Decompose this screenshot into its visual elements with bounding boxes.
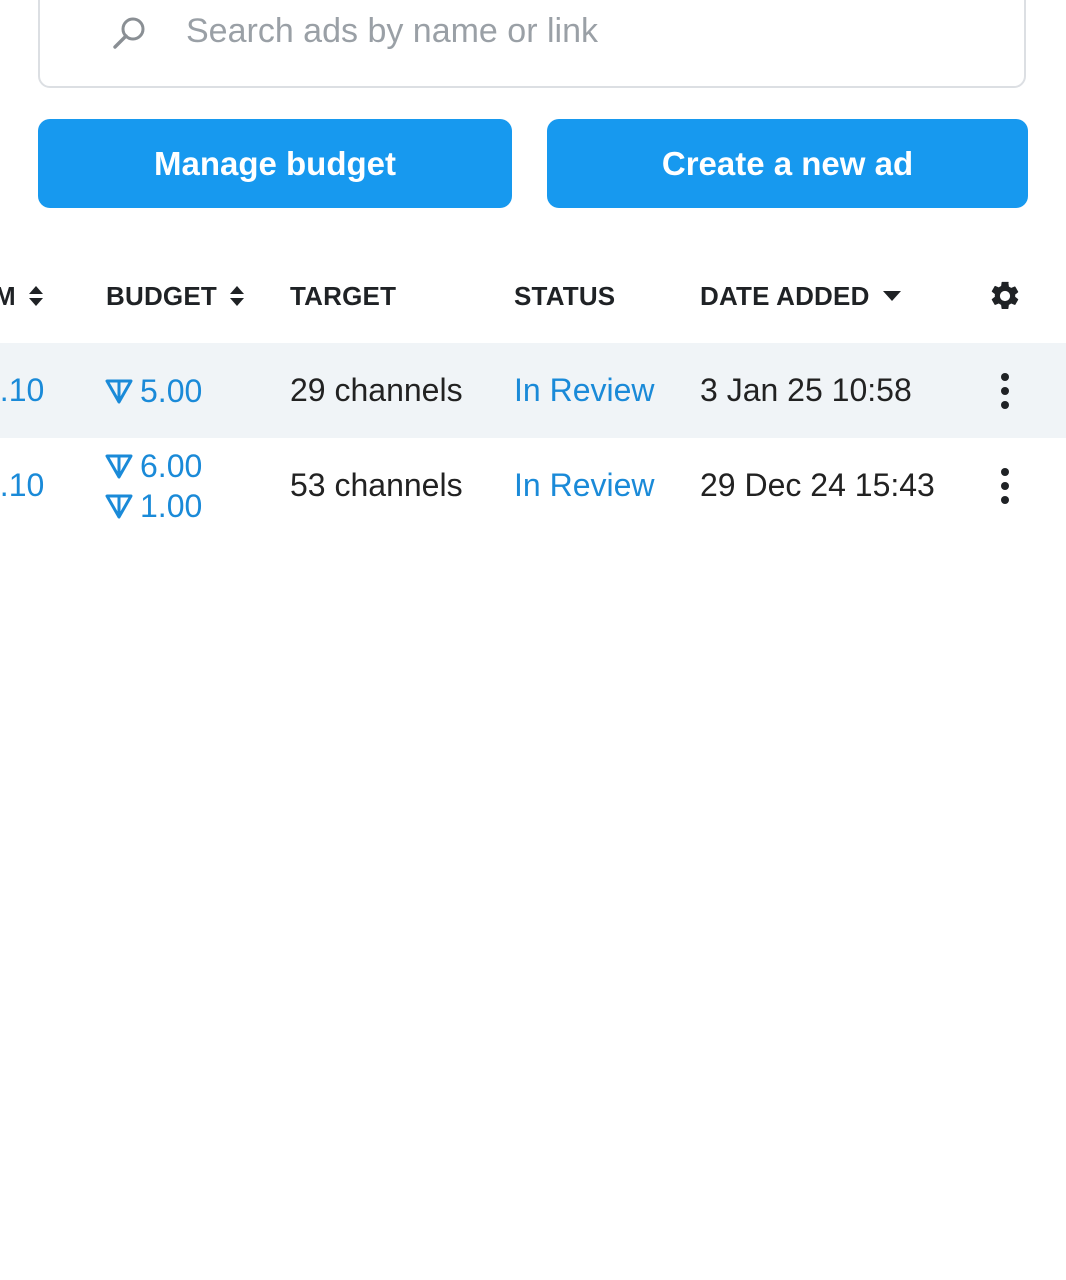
budget-amount: 5.00 — [140, 372, 203, 409]
target-value: 53 channels — [290, 467, 463, 503]
search-box[interactable] — [38, 0, 1026, 88]
budget-line: 5.00 — [104, 371, 202, 411]
caret-down-icon — [882, 291, 901, 301]
column-header-target-label: TARGET — [290, 280, 397, 311]
search-input[interactable] — [186, 6, 1026, 56]
column-header-budget-label: BUDGET — [106, 280, 217, 311]
column-header-cpm[interactable]: M — [0, 268, 44, 324]
ads-list-page: Manage budget Create a new ad M BUDGET T… — [0, 0, 1066, 1280]
target-value: 29 channels — [290, 372, 463, 408]
status-value[interactable]: In Review — [514, 438, 655, 533]
budget-cell[interactable]: 5.00 — [104, 343, 202, 438]
column-header-status-label: STATUS — [514, 280, 616, 311]
column-header-date-added-label: DATE ADDED — [700, 280, 870, 311]
more-vertical-icon[interactable] — [992, 371, 1018, 411]
table-row[interactable]: 0.10 6.00 1.00 53 channels In Review 29 … — [0, 438, 1066, 533]
sort-icon — [229, 286, 244, 306]
sort-icon — [28, 286, 43, 306]
manage-budget-button[interactable]: Manage budget — [38, 119, 512, 208]
budget-cell[interactable]: 6.00 1.00 — [104, 438, 202, 533]
more-vertical-icon[interactable] — [992, 466, 1018, 506]
budget-line: 6.00 — [104, 446, 202, 486]
budget-amount: 1.00 — [140, 487, 203, 524]
ton-icon — [105, 454, 133, 478]
search-icon — [113, 17, 145, 49]
column-header-status: STATUS — [514, 268, 615, 324]
table-row[interactable]: 0.10 5.00 29 channels In Review 3 Jan 25… — [0, 343, 1066, 438]
column-header-budget[interactable]: BUDGET — [106, 268, 245, 324]
column-header-date-added[interactable]: DATE ADDED — [700, 268, 902, 324]
gear-icon[interactable] — [988, 279, 1022, 313]
ton-icon — [105, 494, 133, 518]
status-value[interactable]: In Review — [514, 343, 655, 438]
ton-icon — [105, 379, 133, 403]
budget-line: 1.00 — [104, 486, 202, 526]
create-ad-button[interactable]: Create a new ad — [547, 119, 1028, 208]
cpm-value[interactable]: 0.10 — [0, 343, 44, 438]
date-added-value: 3 Jan 25 10:58 — [700, 372, 912, 408]
date-added-value: 29 Dec 24 15:43 — [700, 467, 935, 503]
column-header-target: TARGET — [290, 268, 396, 324]
column-header-cpm-label: M — [0, 280, 16, 311]
budget-amount: 6.00 — [140, 447, 203, 484]
table-header: M BUDGET TARGET STATUS DATE ADDED — [0, 268, 1066, 324]
cpm-value[interactable]: 0.10 — [0, 438, 44, 533]
